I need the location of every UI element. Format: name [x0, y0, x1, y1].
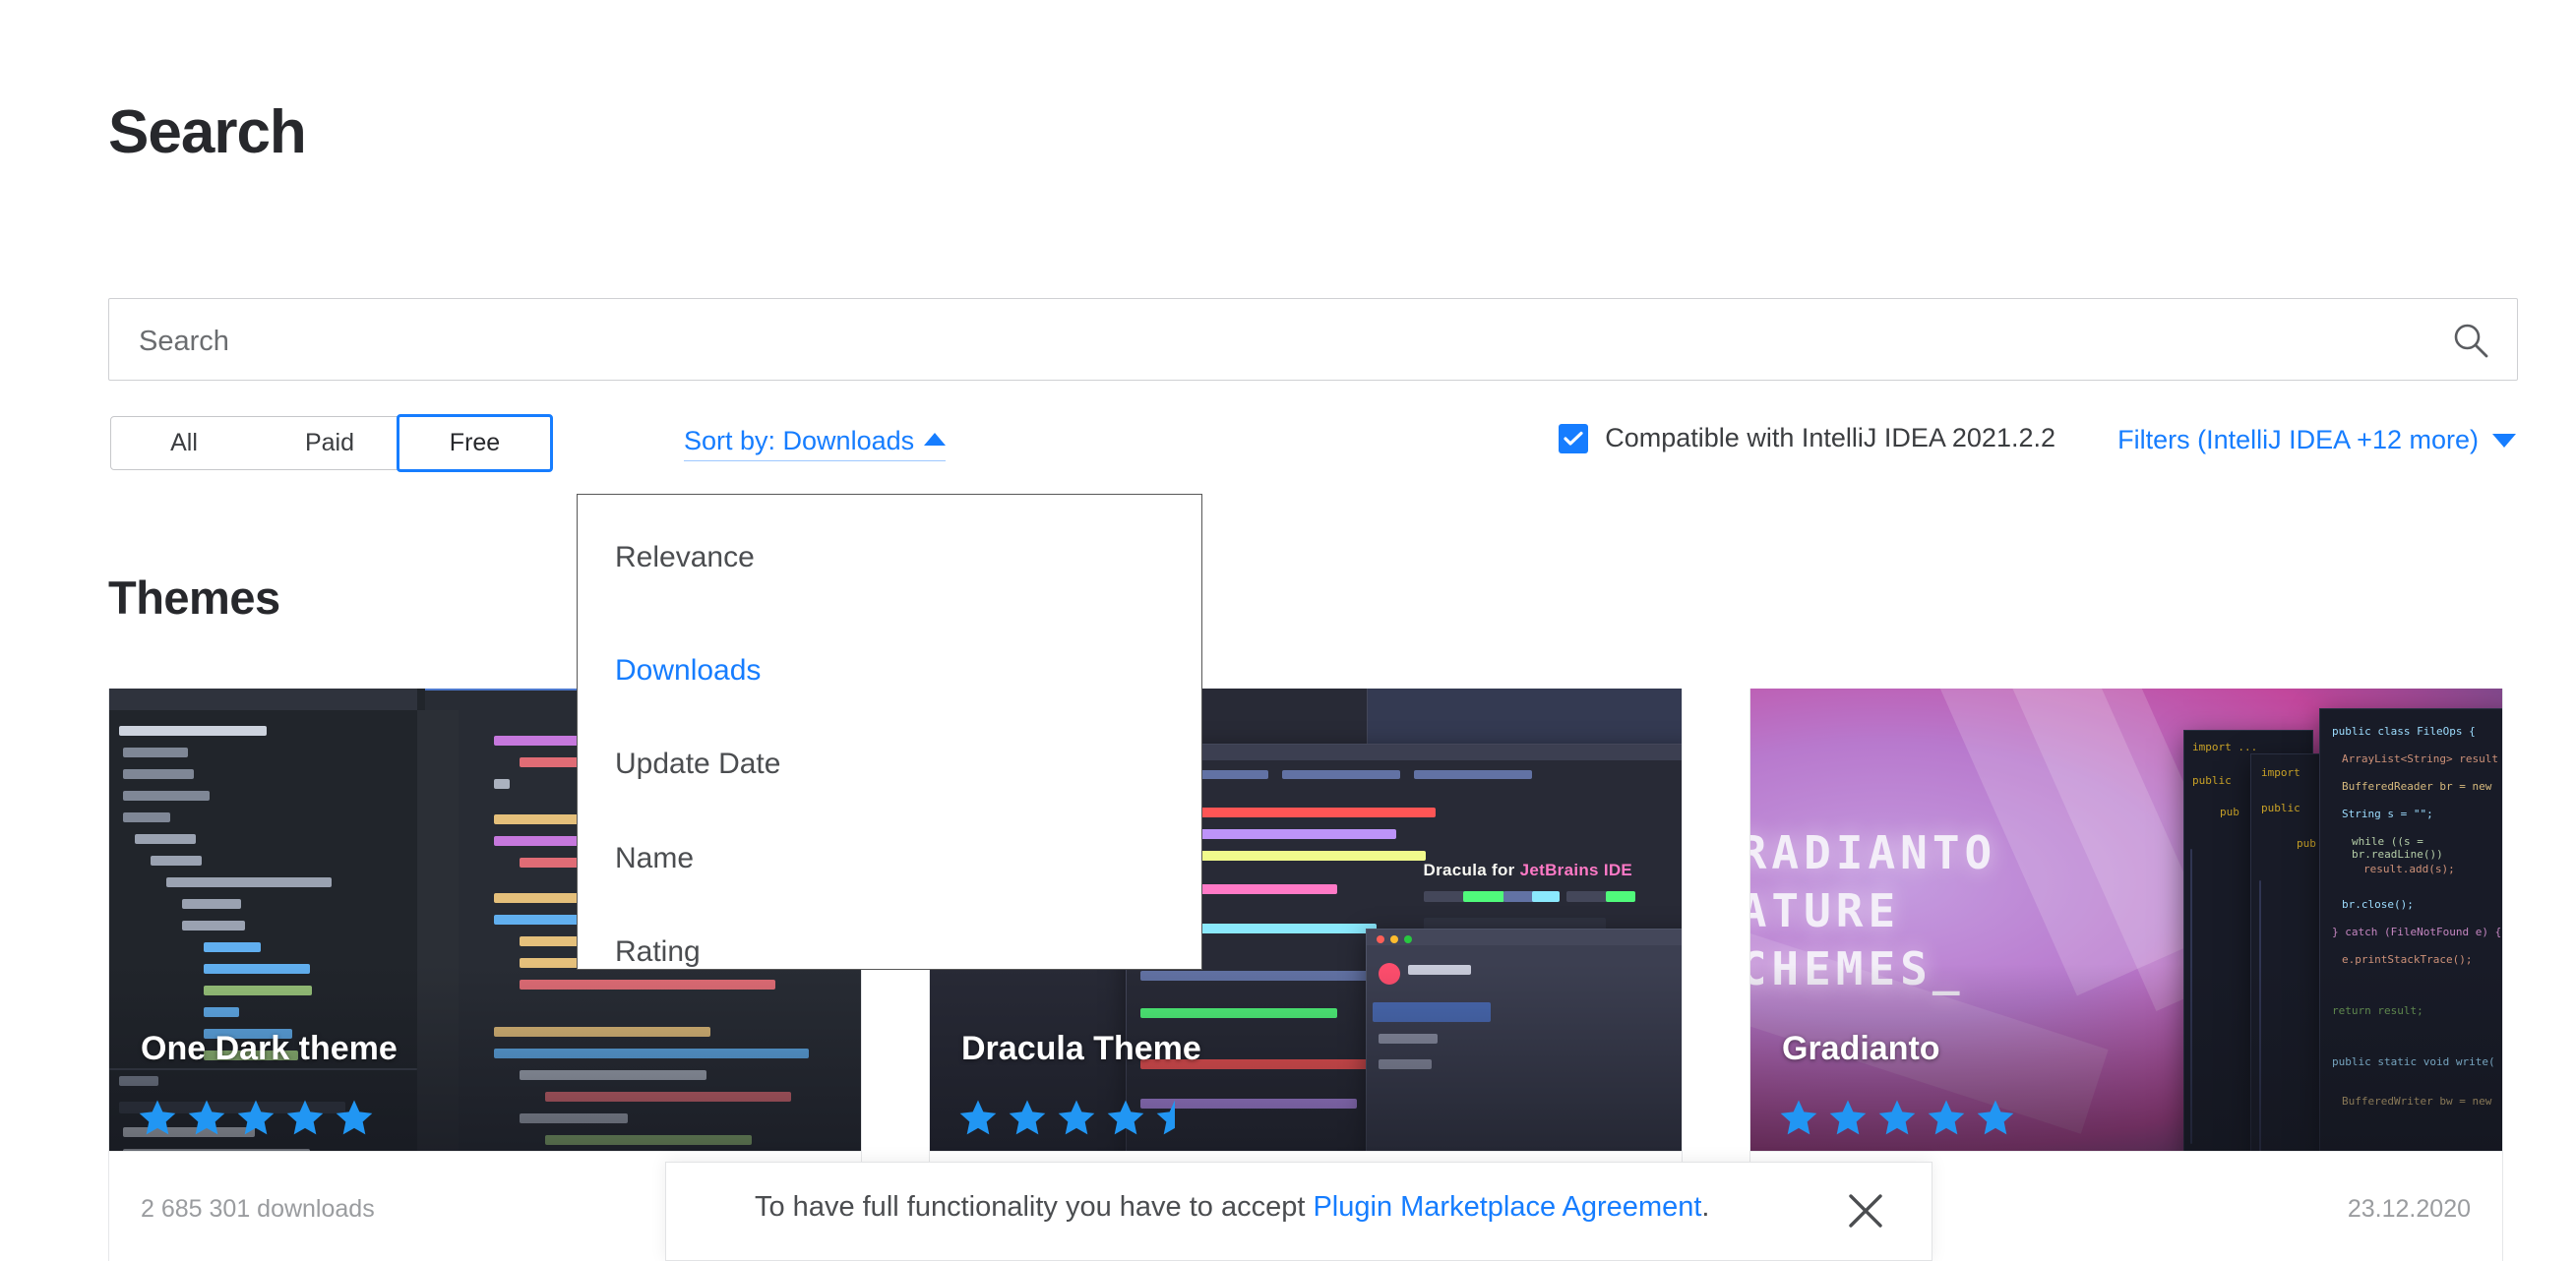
- price-filter-free[interactable]: Free: [397, 414, 553, 472]
- sort-by-label: Sort by: Downloads: [684, 426, 914, 456]
- plugin-marketplace-search-page: Search All Paid Free Sort by: Downloads: [0, 0, 2576, 1261]
- filter-row: All Paid Free Sort by: Downloads Compati…: [108, 413, 2518, 474]
- sort-option-name[interactable]: Name: [615, 842, 694, 881]
- compatible-label: Compatible with IntelliJ IDEA 2021.2.2: [1605, 423, 2055, 453]
- agreement-banner-text-before: To have full functionality you have to a…: [755, 1191, 1313, 1223]
- sort-option-update-date[interactable]: Update Date: [615, 748, 780, 787]
- agreement-banner: To have full functionality you have to a…: [665, 1162, 1932, 1261]
- section-heading: Themes: [108, 570, 280, 625]
- more-filters-label: Filters (IntelliJ IDEA +12 more): [2117, 425, 2479, 455]
- plugin-card-title: One Dark theme: [141, 1030, 398, 1068]
- price-filter-paid[interactable]: Paid: [257, 417, 402, 469]
- sort-option-downloads[interactable]: Downloads: [615, 654, 761, 693]
- dracula-art-title: Dracula for JetBrains IDE: [1424, 861, 1633, 880]
- caret-down-icon: [2492, 434, 2516, 448]
- search-icon[interactable]: [2450, 320, 2491, 361]
- plugin-card-title: Dracula Theme: [961, 1030, 1201, 1068]
- more-filters-button[interactable]: Filters (IntelliJ IDEA +12 more): [2117, 425, 2516, 455]
- price-filter-free-label: Free: [450, 429, 500, 457]
- sort-option-rating[interactable]: Rating: [615, 935, 701, 975]
- agreement-banner-text: To have full functionality you have to a…: [755, 1191, 1709, 1224]
- price-filter-all[interactable]: All: [111, 417, 257, 469]
- plugin-card-downloads: 2 685 301 downloads: [141, 1195, 375, 1224]
- sort-dropdown-menu[interactable]: Relevance Downloads Update Date Name Rat…: [577, 494, 1202, 970]
- price-filter-group: All Paid Free: [110, 416, 548, 470]
- close-icon[interactable]: [1843, 1188, 1888, 1233]
- sort-by-button[interactable]: Sort by: Downloads: [684, 426, 946, 461]
- sort-option-relevance[interactable]: Relevance: [615, 541, 755, 580]
- compatible-filter[interactable]: Compatible with IntelliJ IDEA 2021.2.2: [1559, 423, 2055, 453]
- price-filter-paid-label: Paid: [305, 429, 354, 457]
- price-filter-all-label: All: [170, 429, 198, 457]
- search-input[interactable]: [137, 299, 2404, 384]
- plugin-card-rating: [137, 1098, 375, 1137]
- plugin-marketplace-agreement-link[interactable]: Plugin Marketplace Agreement: [1313, 1191, 1701, 1223]
- plugin-card-date: 23.12.2020: [2348, 1195, 2471, 1224]
- agreement-banner-text-after: .: [1701, 1191, 1709, 1223]
- plugin-card-rating: [957, 1098, 1196, 1137]
- caret-up-icon: [924, 433, 946, 446]
- plugin-card-image: GRADIANTO NATURE SCHEMES_ import ... pub…: [1750, 689, 2502, 1151]
- plugin-card-rating: [1778, 1098, 2016, 1137]
- search-box[interactable]: [108, 298, 2518, 381]
- compatible-checkbox[interactable]: [1559, 424, 1588, 453]
- plugin-card-title: Gradianto: [1782, 1030, 1940, 1068]
- page-title: Search: [108, 102, 306, 163]
